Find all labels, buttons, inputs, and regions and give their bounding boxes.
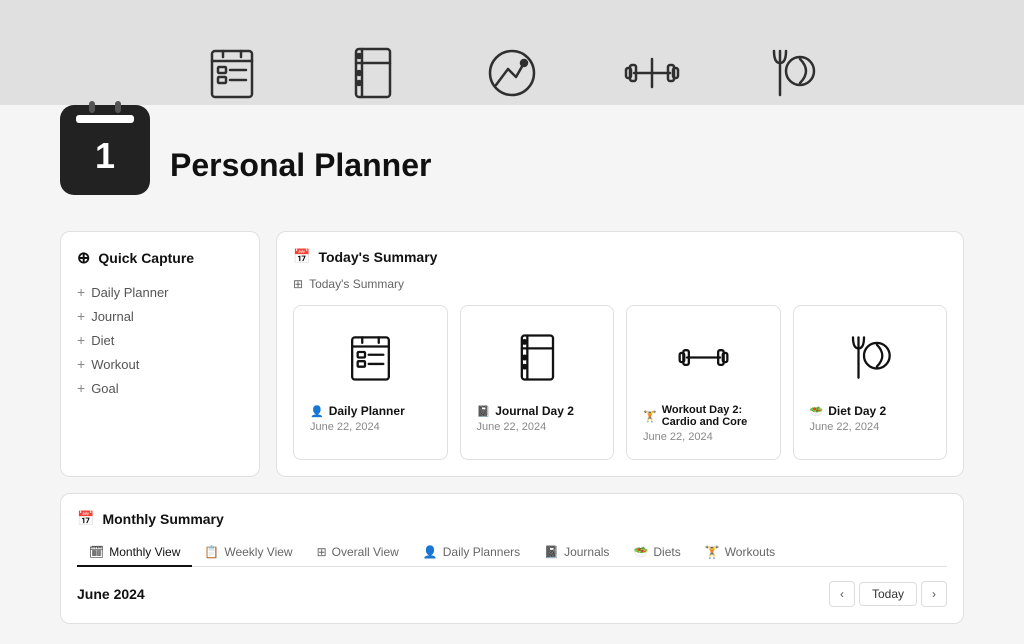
quick-capture-panel: ⊕ Quick Capture + Daily Planner + Journa… [60, 231, 260, 477]
journal-card-title: 📓 Journal Day 2 [477, 404, 598, 418]
journal-card-icon [509, 330, 564, 385]
monthly-summary-title: Monthly Summary [102, 511, 223, 527]
calendar-hooks [89, 101, 121, 113]
nav-buttons: ‹ Today › [829, 581, 947, 607]
workout-card[interactable]: 🏋 Workout Day 2: Cardio and Core June 22… [626, 305, 781, 460]
journal-card[interactable]: 📓 Journal Day 2 June 22, 2024 [460, 305, 615, 460]
tab-journals[interactable]: 📓 Journals [532, 539, 621, 567]
card-title-icon-1: 👤 [310, 405, 324, 418]
daily-planner-card-icon-area [310, 322, 431, 392]
card-title-icon-4: 🥗 [810, 405, 824, 418]
page-title: Personal Planner [170, 147, 431, 184]
monthly-tabs: 🗓 Monthly View 📋 Weekly View ⊞ Overall V… [77, 539, 947, 567]
quick-item-label-2: Journal [91, 309, 134, 324]
panels-row: ⊕ Quick Capture + Daily Planner + Journa… [60, 231, 964, 477]
tab-monthly-view-label: Monthly View [109, 545, 180, 559]
prev-month-button[interactable]: ‹ [829, 581, 855, 607]
summary-calendar-icon: 📅 [293, 248, 310, 265]
grid-icon: ⊞ [293, 277, 303, 291]
monthly-summary-panel: 📅 Monthly Summary 🗓 Monthly View 📋 Weekl… [60, 493, 964, 624]
quick-capture-header: ⊕ Quick Capture [77, 248, 243, 268]
daily-planner-card[interactable]: 👤 Daily Planner June 22, 2024 [293, 305, 448, 460]
tab-workouts-label: Workouts [725, 545, 775, 559]
diet-card[interactable]: 🥗 Diet Day 2 June 22, 2024 [793, 305, 948, 460]
quick-capture-icon: ⊕ [77, 248, 90, 268]
todays-summary-title: Today's Summary [318, 249, 437, 265]
journal-card-date: June 22, 2024 [477, 421, 598, 433]
quick-item-workout[interactable]: + Workout [77, 352, 243, 376]
monthly-calendar-icon: 📅 [77, 510, 94, 527]
tab-overall-view[interactable]: ⊞ Overall View [305, 539, 411, 567]
plus-icon-1: + [77, 284, 85, 300]
tab-daily-planners[interactable]: 👤 Daily Planners [411, 539, 532, 567]
tab-weekly-view[interactable]: 📋 Weekly View [192, 539, 304, 567]
workouts-icon: 🏋 [705, 545, 720, 559]
summary-subtitle: ⊞ Today's Summary [293, 277, 947, 291]
tab-monthly-view[interactable]: 🗓 Monthly View [77, 539, 192, 567]
main-content: 1 Personal Planner ⊕ Quick Capture + Dai… [0, 105, 1024, 644]
tab-diets-label: Diets [653, 545, 680, 559]
quick-item-daily-planner[interactable]: + Daily Planner [77, 280, 243, 304]
tab-workouts[interactable]: 🏋 Workouts [693, 539, 787, 567]
card-title-text-4: Diet Day 2 [828, 404, 886, 418]
tab-diets[interactable]: 🥗 Diets [621, 539, 692, 567]
plus-icon-2: + [77, 308, 85, 324]
workout-card-date: June 22, 2024 [643, 431, 764, 443]
plus-icon-4: + [77, 356, 85, 372]
calendar-icon-large: 1 [60, 105, 150, 195]
card-title-icon-3: 🏋 [643, 410, 657, 423]
quick-capture-title: Quick Capture [98, 250, 194, 266]
current-month-label: June 2024 [77, 586, 145, 602]
workout-banner-icon[interactable] [622, 43, 682, 103]
plus-icon-5: + [77, 380, 85, 396]
page-header: 1 Personal Planner [60, 105, 964, 213]
monthly-summary-header: 📅 Monthly Summary [77, 510, 947, 527]
quick-item-journal[interactable]: + Journal [77, 304, 243, 328]
card-title-text-2: Journal Day 2 [495, 404, 574, 418]
card-title-text-3: Workout Day 2: Cardio and Core [662, 404, 764, 428]
diet-card-icon-area [810, 322, 931, 392]
diets-icon: 🥗 [633, 545, 648, 559]
quick-item-label-1: Daily Planner [91, 285, 168, 300]
journals-icon: 📓 [544, 545, 559, 559]
todays-summary-header: 📅 Today's Summary [293, 248, 947, 265]
goal-banner-icon[interactable] [482, 43, 542, 103]
daily-planners-icon: 👤 [423, 545, 438, 559]
daily-planner-card-title: 👤 Daily Planner [310, 404, 431, 418]
summary-subtitle-text: Today's Summary [309, 277, 404, 291]
journal-banner-icon[interactable] [342, 43, 402, 103]
workout-card-title: 🏋 Workout Day 2: Cardio and Core [643, 404, 764, 428]
next-month-button[interactable]: › [921, 581, 947, 607]
diet-card-date: June 22, 2024 [810, 421, 931, 433]
tab-daily-planners-label: Daily Planners [443, 545, 520, 559]
today-button[interactable]: Today [859, 582, 917, 606]
plus-icon-3: + [77, 332, 85, 348]
calendar-number: 1 [95, 138, 115, 174]
tab-overall-view-label: Overall View [332, 545, 399, 559]
tab-journals-label: Journals [564, 545, 609, 559]
summary-cards-row: 👤 Daily Planner June 22, 2024 [293, 305, 947, 460]
monthly-footer: June 2024 ‹ Today › [77, 581, 947, 607]
weekly-view-icon: 📋 [204, 545, 219, 559]
quick-item-diet[interactable]: + Diet [77, 328, 243, 352]
quick-item-label-4: Workout [91, 357, 139, 372]
todays-summary-panel: 📅 Today's Summary ⊞ Today's Summary [276, 231, 964, 477]
daily-planner-card-date: June 22, 2024 [310, 421, 431, 433]
daily-planner-banner-icon[interactable] [202, 43, 262, 103]
diet-banner-icon[interactable] [762, 43, 822, 103]
quick-item-goal[interactable]: + Goal [77, 376, 243, 400]
overall-view-icon: ⊞ [317, 545, 327, 559]
tab-weekly-view-label: Weekly View [224, 545, 292, 559]
journal-card-icon-area [477, 322, 598, 392]
daily-planner-card-icon [343, 330, 398, 385]
quick-item-label-5: Goal [91, 381, 118, 396]
workout-card-icon-area [643, 322, 764, 392]
diet-card-title: 🥗 Diet Day 2 [810, 404, 931, 418]
card-title-text-1: Daily Planner [329, 404, 405, 418]
monthly-view-icon: 🗓 [89, 545, 104, 559]
diet-card-icon [842, 330, 897, 385]
workout-card-icon [676, 330, 731, 385]
quick-item-label-3: Diet [91, 333, 114, 348]
card-title-icon-2: 📓 [477, 405, 491, 418]
